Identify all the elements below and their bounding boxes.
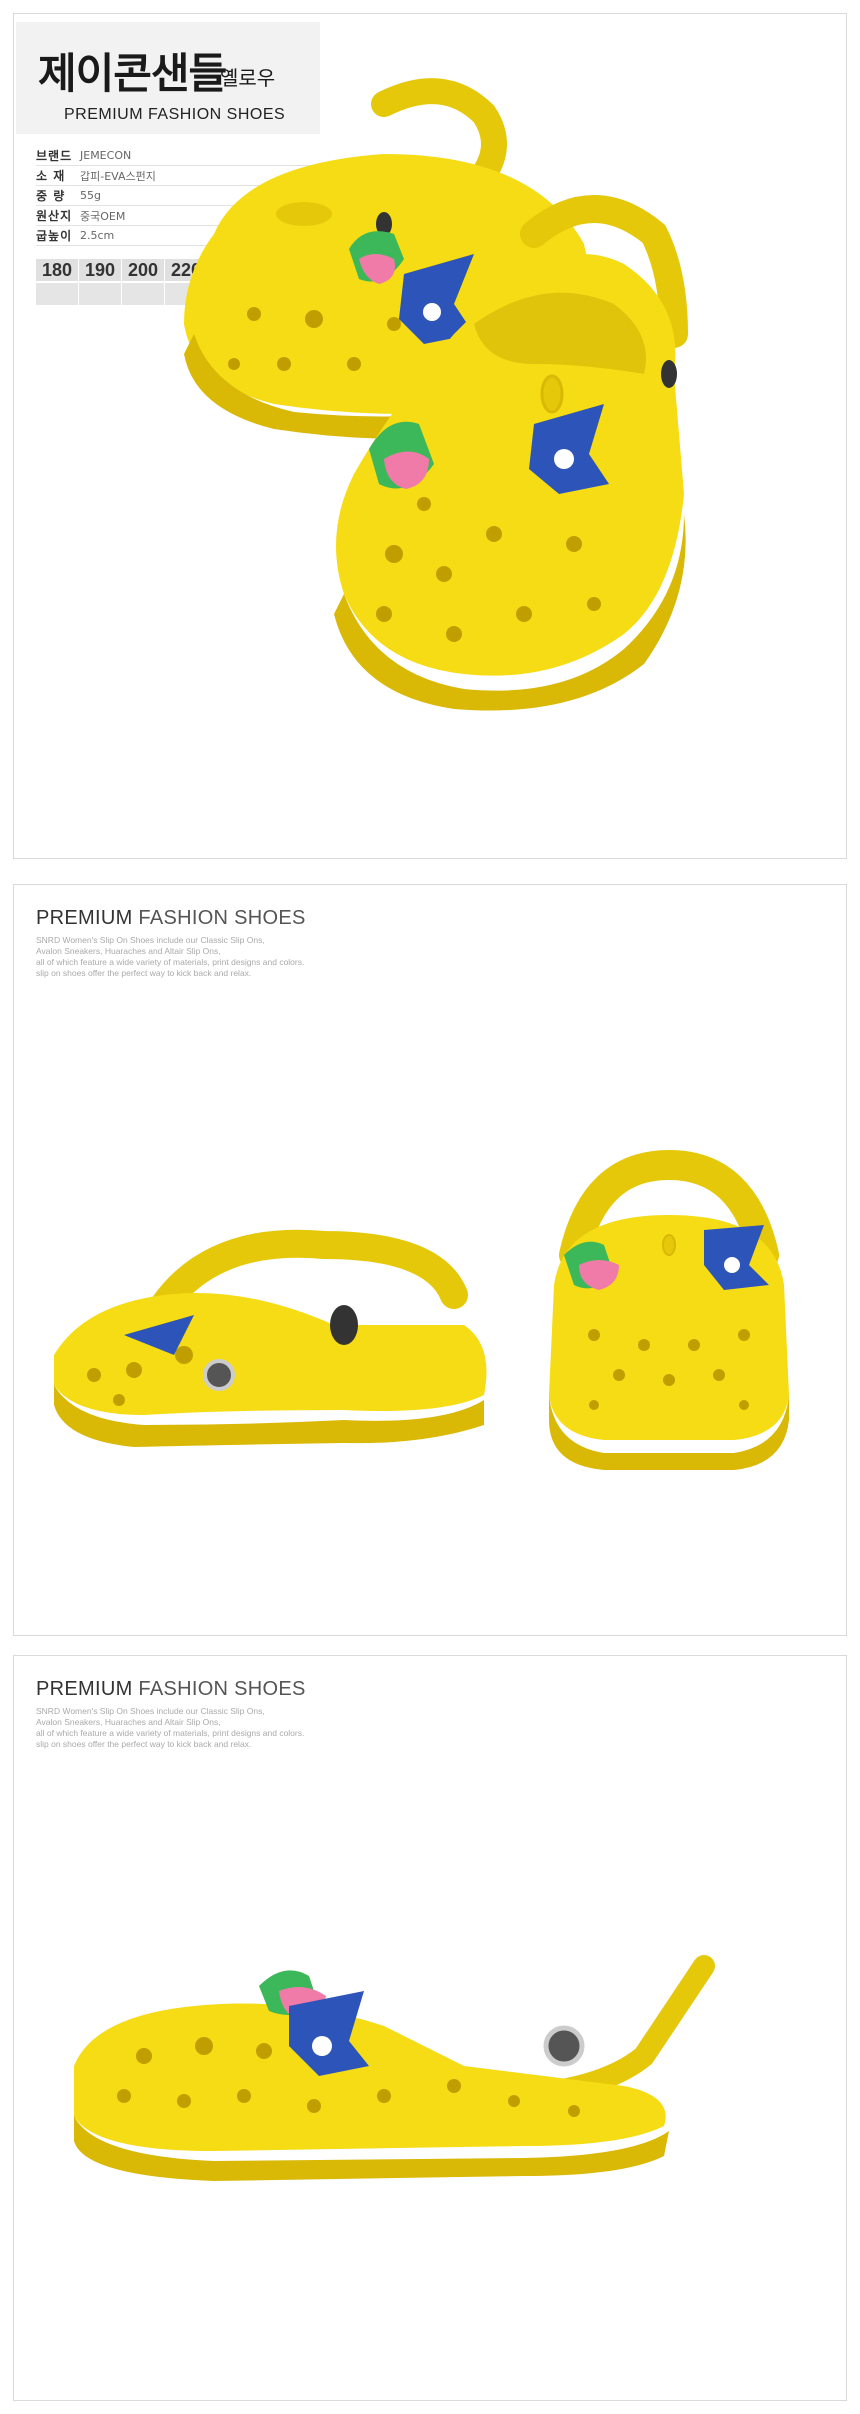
description-line: SNRD Women's Slip On Shoes include our C…	[36, 935, 265, 945]
size-stock-cell	[36, 283, 78, 305]
shoe-pair-image	[184, 78, 688, 711]
section-description: SNRD Women's Slip On Shoes include our C…	[36, 935, 356, 979]
spec-value: 55g	[80, 189, 101, 202]
spec-value: JEMECON	[80, 149, 132, 162]
profile-view-shoe	[74, 1955, 715, 2181]
section-title: PREMIUM FASHION SHOES	[36, 907, 306, 930]
section-title-light: FASHION SHOES	[132, 907, 306, 929]
spec-value: 갑피-EVA스펀지	[80, 169, 156, 183]
side-view-shoe	[54, 1229, 487, 1447]
section-title: PREMIUM FASHION SHOES	[36, 1678, 306, 1701]
spec-label: 굽높이	[36, 229, 73, 243]
description-line: all of which feature a wide variety of m…	[36, 957, 305, 967]
section-description: SNRD Women's Slip On Shoes include our C…	[36, 1706, 356, 1750]
spec-label: 중 량	[36, 189, 66, 203]
gallery-panel: PREMIUM FASHION SHOES SNRD Women's Slip …	[13, 884, 847, 1636]
section-title-bold: PREMIUM	[36, 907, 133, 929]
size-stock-cell	[79, 283, 121, 305]
spec-label: 브랜드	[36, 149, 73, 163]
spec-value: 2.5cm	[80, 229, 115, 242]
size-option[interactable]: 190	[79, 259, 121, 281]
section-title-bold: PREMIUM	[36, 1678, 133, 1700]
spec-value: 중국OEM	[80, 209, 126, 223]
product-info-panel: 제이콘샌들 옐로우 PREMIUM FASHION SHOES 브랜드 JEMEC…	[13, 13, 847, 859]
description-line: slip on shoes offer the perfect way to k…	[36, 968, 252, 978]
spec-label: 소 재	[36, 169, 66, 183]
size-option[interactable]: 180	[36, 259, 78, 281]
front-view-shoe	[549, 1149, 789, 1470]
description-line: slip on shoes offer the perfect way to k…	[36, 1739, 252, 1749]
section-title-light: FASHION SHOES	[132, 1678, 306, 1700]
description-line: Avalon Sneakers, Huaraches and Altair Sl…	[36, 946, 221, 956]
description-line: SNRD Women's Slip On Shoes include our C…	[36, 1706, 265, 1716]
gallery-panel-2: PREMIUM FASHION SHOES SNRD Women's Slip …	[13, 1655, 847, 2401]
description-line: Avalon Sneakers, Huaraches and Altair Sl…	[36, 1717, 221, 1727]
description-line: all of which feature a wide variety of m…	[36, 1728, 305, 1738]
spec-label: 원산지	[36, 209, 73, 223]
